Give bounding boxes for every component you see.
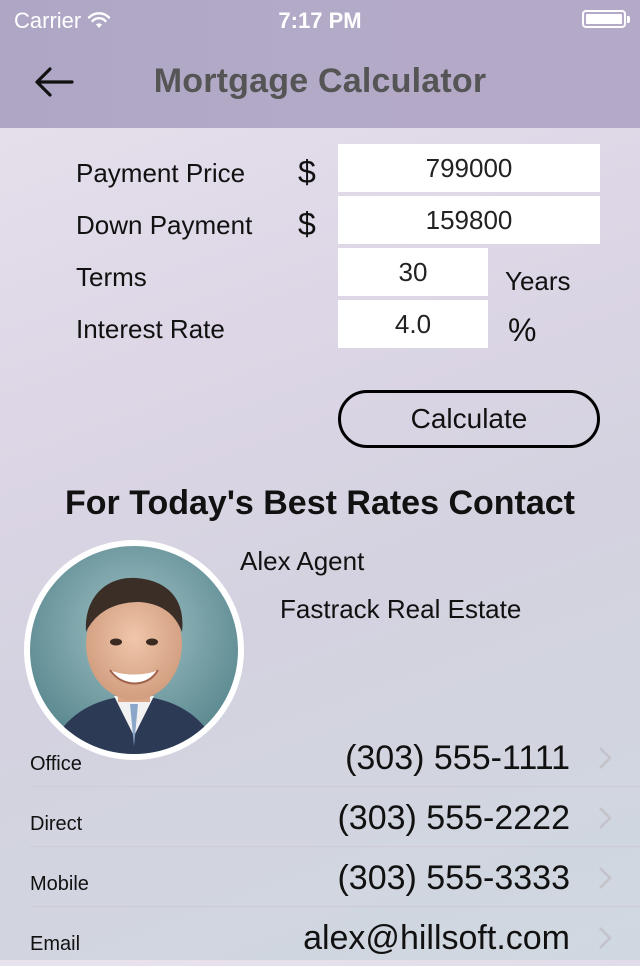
agent-name: Alex Agent (240, 546, 365, 576)
agent-company: Fastrack Real Estate (280, 594, 522, 624)
chevron-right-icon (599, 927, 612, 949)
down-payment-input[interactable]: 159800 (338, 196, 600, 244)
terms-unit: Years (505, 266, 571, 296)
calculate-button[interactable]: Calculate (338, 390, 600, 448)
contact-row-value: alex@hillsoft.com (303, 919, 570, 957)
navigation-bar: Carrier 7:17 PM Mortgage Calculator (0, 0, 640, 128)
down-payment-currency: $ (298, 206, 316, 242)
status-time: 7:17 PM (278, 8, 362, 33)
contact-row-email[interactable]: Email alex@hillsoft.com (30, 906, 640, 966)
contact-row-label: Office (30, 753, 82, 775)
contact-row-mobile[interactable]: Mobile (303) 555-3333 (30, 846, 640, 907)
contact-row-direct[interactable]: Direct (303) 555-2222 (30, 786, 640, 847)
contact-heading: For Today's Best Rates Contact (65, 484, 575, 522)
payment-price-label: Payment Price (76, 158, 246, 188)
payment-price-currency: $ (298, 154, 316, 190)
chevron-right-icon (599, 807, 612, 829)
down-payment-label: Down Payment (76, 210, 253, 240)
agent-photo (30, 546, 238, 754)
battery-icon (582, 10, 630, 28)
contact-row-label: Direct (30, 813, 83, 835)
page-title: Mortgage Calculator (153, 62, 487, 100)
interest-rate-input[interactable]: 4.0 (338, 300, 488, 348)
chevron-right-icon (599, 867, 612, 889)
chevron-right-icon (599, 747, 612, 769)
contact-row-label: Mobile (30, 873, 89, 895)
interest-rate-label: Interest Rate (76, 314, 225, 344)
status-bar: Carrier 7:17 PM (0, 0, 640, 40)
payment-price-input[interactable]: 799000 (338, 144, 600, 192)
interest-rate-unit: % (508, 312, 537, 348)
contact-row-value: (303) 555-2222 (337, 799, 570, 837)
contact-row-label: Email (30, 933, 81, 955)
contact-row-value: (303) 555-3333 (337, 859, 570, 897)
contact-row-value: (303) 555-1111 (345, 739, 570, 777)
contact-row-office[interactable]: Office (303) 555-1111 (30, 726, 640, 787)
terms-label: Terms (76, 262, 147, 292)
terms-input[interactable]: 30 (338, 248, 488, 296)
